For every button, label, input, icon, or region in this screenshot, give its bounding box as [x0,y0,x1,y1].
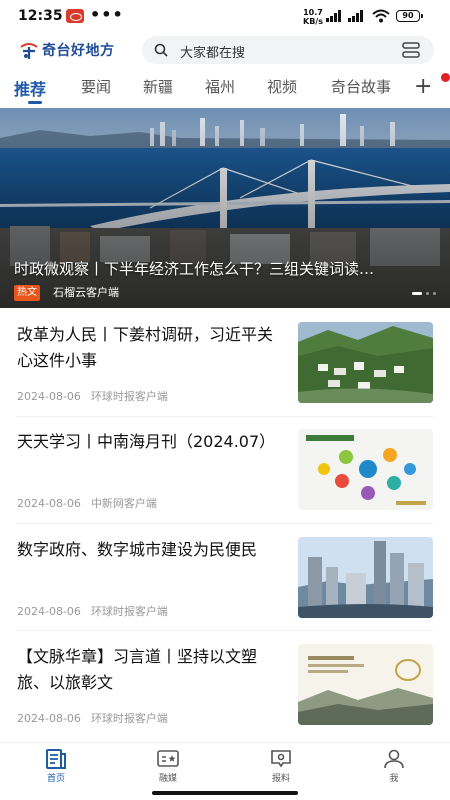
battery-icon: 90 [396,10,423,22]
network-speed: 10.7 KB/s [303,8,323,26]
news-thumbnail [298,429,433,510]
news-item[interactable]: 【文脉华章】习言道丨坚持以文塑旅、以旅彰文 2024-08-06 环球时报客户端 [0,644,450,751]
channel-tabs: 推荐 要闻 新疆 福州 视频 奇台故事 + [0,72,450,106]
news-item[interactable]: 数字政府、数字城市建设为民便民 2024-08-06 环球时报客户端 [0,537,450,644]
hero-banner[interactable]: 时政微观察丨下半年经济工作怎么干？三组关键词读… 热文 石榴云客户端 [0,108,450,308]
news-meta: 2024-08-06 环球时报客户端 [17,710,168,726]
bottom-navigation: 首页 融媒 报料 我 [0,742,450,786]
news-meta: 2024-08-06 环球时报客户端 [17,603,168,619]
news-thumbnail [298,537,433,618]
news-item[interactable]: 改革为人民丨下姜村调研，习近平关心这件小事 2024-08-06 环球时报客户端 [0,322,450,429]
media-icon [157,750,179,767]
tab-recommend[interactable]: 推荐 [14,76,46,100]
scan-icon[interactable] [402,42,420,58]
status-time: 12:35 [18,8,63,24]
hero-title: 时政微观察丨下半年经济工作怎么干？三组关键词读… [14,260,375,278]
news-date: 2024-08-06 [17,390,81,403]
network-speed-unit: KB/s [303,17,323,26]
app-logo: 奇台好地方 [18,39,115,61]
nav-home-label: 首页 [46,774,65,784]
nav-report-label: 报料 [271,774,290,784]
tab-video[interactable]: 视频 [267,76,297,97]
divider [17,630,433,631]
news-source: 环球时报客户端 [90,390,168,403]
signal-icon [326,10,342,22]
news-thumbnail [298,644,433,725]
news-item[interactable]: 天天学习丨中南海月刊（2024.07） 2024-08-06 中新网客户端 [0,429,450,536]
news-title: 天天学习丨中南海月刊（2024.07） [17,432,276,451]
nav-home[interactable]: 首页 [26,743,86,787]
notification-app-icon [66,9,84,23]
home-indicator[interactable] [152,791,298,795]
news-meta: 2024-08-06 中新网客户端 [17,495,157,511]
tab-qitai-stories[interactable]: 奇台故事 [331,76,391,97]
news-title: 【文脉华章】习言道丨坚持以文塑旅、以旅彰文 [17,647,258,692]
logo-text: 奇台好地方 [42,43,115,59]
carousel-indicator [412,292,436,295]
tab-xinjiang[interactable]: 新疆 [143,76,173,97]
logo-mark-icon [20,43,38,59]
app-header: 奇台好地方 大家都在搜 [0,34,450,66]
carousel-dot-active [412,292,422,295]
divider [17,416,433,417]
nav-report[interactable]: 报料 [251,743,311,787]
carousel-dot [433,292,436,295]
hero-source: 石榴云客户端 [53,286,119,299]
news-thumbnail [298,322,433,403]
signal-icon-2 [348,10,364,22]
search-placeholder: 大家都在搜 [180,46,246,61]
tab-fuzhou[interactable]: 福州 [205,76,235,97]
profile-icon [384,749,404,769]
nav-media-label: 融媒 [158,774,177,784]
news-date: 2024-08-06 [17,605,81,618]
news-date: 2024-08-06 [17,497,81,510]
nav-me[interactable]: 我 [364,743,424,787]
search-input[interactable]: 大家都在搜 [142,36,434,64]
news-source: 环球时报客户端 [90,712,168,725]
news-source: 中新网客户端 [90,497,157,510]
news-title: 数字政府、数字城市建设为民便民 [17,540,258,559]
carousel-dot [426,292,429,295]
active-tab-indicator [28,101,42,104]
hot-badge: 热文 [14,285,40,301]
add-channel-button[interactable]: + [414,74,432,99]
news-meta: 2024-08-06 环球时报客户端 [17,388,168,404]
news-title: 改革为人民丨下姜村调研，习近平关心这件小事 [17,325,274,370]
divider [17,523,433,524]
more-notifications-icon: ••• [90,5,124,24]
notification-dot [441,73,450,82]
report-icon [271,750,291,768]
news-source: 环球时报客户端 [90,605,168,618]
nav-me-label: 我 [389,774,399,784]
tab-headlines[interactable]: 要闻 [81,76,111,97]
news-date: 2024-08-06 [17,712,81,725]
search-icon [154,43,168,57]
network-speed-value: 10.7 [303,8,323,17]
wifi-icon [372,9,390,23]
nav-media[interactable]: 融媒 [138,743,198,787]
status-bar: 12:35 ••• 10.7 KB/s 90 [0,0,450,34]
home-icon [46,749,66,769]
